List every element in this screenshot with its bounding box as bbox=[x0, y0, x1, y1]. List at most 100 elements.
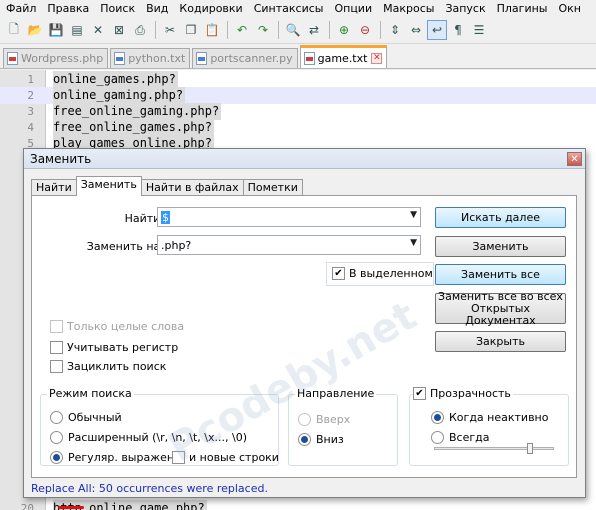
replace-all-open-docs-button[interactable]: Заменить все во всех Открытых Документах bbox=[435, 289, 566, 326]
replace-button[interactable]: Заменить bbox=[435, 236, 566, 257]
menu-settings[interactable]: Опции bbox=[328, 0, 377, 17]
toolbar: 🗋 📂 💾 ▤ ✕ ⊠ ⎙ ✂ ❐ 📋 ↶ ↷ 🔍 ⇄ ⊕ ⊖ ⇕ ⇔ ↩ ¶ … bbox=[0, 17, 596, 44]
transparency-always-radio[interactable]: Всегда bbox=[431, 431, 490, 444]
tab-python-txt[interactable]: python.txt bbox=[110, 48, 191, 68]
button-label-line1: Заменить все во всех bbox=[438, 289, 563, 303]
search-mode-regex-radio[interactable]: Регуляр. выражен. bbox=[50, 451, 178, 464]
tab-game-txt[interactable]: game.txt ✕ bbox=[299, 45, 388, 68]
whole-word-checkbox[interactable]: Только целые слова bbox=[50, 320, 184, 333]
search-mode-regex-label: Регуляр. выражен. bbox=[68, 451, 178, 464]
chevron-down-icon[interactable]: ▼ bbox=[410, 210, 417, 220]
replace-icon[interactable]: ⇄ bbox=[304, 20, 324, 40]
new-file-icon[interactable]: 🗋 bbox=[4, 20, 24, 40]
menu-edit[interactable]: Правка bbox=[41, 0, 94, 17]
save-icon[interactable]: 💾 bbox=[46, 20, 66, 40]
redo-icon[interactable]: ↷ bbox=[253, 20, 273, 40]
dialog-title-bar[interactable]: Заменить bbox=[24, 149, 585, 169]
find-next-button[interactable]: Искать далее bbox=[435, 207, 566, 228]
close-tab-icon[interactable]: ✕ bbox=[371, 52, 383, 64]
red-underline-annotation bbox=[58, 506, 84, 509]
toolbar-separator bbox=[329, 21, 330, 39]
transparency-slider-thumb[interactable] bbox=[527, 443, 533, 454]
line-number: 20 bbox=[20, 502, 34, 510]
open-file-icon[interactable]: 📂 bbox=[25, 20, 45, 40]
menu-macro[interactable]: Макросы bbox=[377, 0, 439, 17]
chevron-down-icon[interactable]: ▼ bbox=[410, 238, 417, 248]
show-all-chars-icon[interactable]: ¶ bbox=[448, 20, 468, 40]
checkbox-box[interactable]: ✔ bbox=[332, 267, 345, 280]
close-icon[interactable]: ✕ bbox=[88, 20, 108, 40]
transparency-inactive-radio[interactable]: Когда неактивно bbox=[431, 411, 548, 424]
checkbox-box[interactable] bbox=[50, 360, 63, 373]
zoom-out-icon[interactable]: ⊖ bbox=[355, 20, 375, 40]
menu-encoding[interactable]: Кодировки bbox=[173, 0, 247, 17]
whole-word-label: Только целые слова bbox=[67, 320, 185, 333]
menu-language[interactable]: Синтаксисы bbox=[248, 0, 329, 17]
copy-icon[interactable]: ❐ bbox=[181, 20, 201, 40]
menu-search[interactable]: Поиск bbox=[94, 0, 140, 17]
radio-circle[interactable] bbox=[298, 433, 311, 446]
menu-run[interactable]: Запуск bbox=[439, 0, 490, 17]
checkbox-box[interactable] bbox=[50, 341, 63, 354]
sync-vertical-icon[interactable]: ⇕ bbox=[385, 20, 405, 40]
tab-mark[interactable]: Пометки bbox=[242, 179, 303, 196]
menu-plugins[interactable]: Плагины bbox=[491, 0, 553, 17]
dialog-title: Заменить bbox=[30, 151, 92, 166]
print-icon[interactable]: ⎙ bbox=[130, 20, 150, 40]
radio-circle[interactable] bbox=[50, 431, 63, 444]
dialog-close-icon[interactable]: ✕ bbox=[567, 152, 582, 166]
cut-icon[interactable]: ✂ bbox=[160, 20, 180, 40]
radio-circle[interactable] bbox=[431, 411, 444, 424]
checkbox-box[interactable]: ✔ bbox=[413, 387, 426, 400]
radio-dot bbox=[434, 414, 441, 421]
checkbox-box[interactable] bbox=[50, 320, 63, 333]
direction-up-label: Вверх bbox=[316, 413, 351, 426]
tab-find[interactable]: Найти bbox=[31, 179, 77, 196]
radio-circle[interactable] bbox=[50, 451, 63, 464]
tab-wordpress-php[interactable]: Wordpress.php bbox=[3, 48, 109, 68]
direction-up-radio[interactable]: Вверх bbox=[298, 413, 350, 426]
word-wrap-icon[interactable]: ↩ bbox=[427, 20, 447, 40]
replace-with-combobox[interactable]: .php? ▼ bbox=[157, 235, 421, 255]
paste-icon[interactable]: 📋 bbox=[202, 20, 222, 40]
radio-circle[interactable] bbox=[298, 413, 311, 426]
replace-all-button[interactable]: Заменить все bbox=[435, 264, 566, 285]
radio-circle[interactable] bbox=[50, 411, 63, 424]
dot-matches-newline-checkbox[interactable]: и новые строки bbox=[172, 451, 279, 464]
code-line: 4 free_online_games.php? bbox=[0, 119, 596, 136]
radio-circle[interactable] bbox=[431, 431, 444, 444]
indent-guide-icon[interactable]: ☰ bbox=[469, 20, 489, 40]
file-icon bbox=[7, 52, 18, 65]
find-icon[interactable]: 🔍 bbox=[283, 20, 303, 40]
in-selection-checkbox[interactable]: ✔ В выделенном bbox=[332, 267, 433, 280]
menu-file[interactable]: Файл bbox=[0, 0, 41, 17]
transparency-slider[interactable] bbox=[434, 447, 554, 450]
replace-with-value: .php? bbox=[161, 238, 192, 252]
menu-window[interactable]: Окн bbox=[552, 0, 586, 17]
line-number: 4 bbox=[27, 121, 34, 134]
tab-replace[interactable]: Заменить bbox=[75, 176, 142, 196]
tab-label: python.txt bbox=[128, 52, 186, 65]
close-all-icon[interactable]: ⊠ bbox=[109, 20, 129, 40]
close-button[interactable]: Закрыть bbox=[435, 331, 566, 352]
search-mode-extended-radio[interactable]: Расширенный (\r, \n, \t, \x..., \0) bbox=[50, 431, 247, 444]
checkbox-box[interactable] bbox=[172, 451, 185, 464]
zoom-in-icon[interactable]: ⊕ bbox=[334, 20, 354, 40]
search-mode-normal-radio[interactable]: Обычный bbox=[50, 411, 122, 424]
undo-icon[interactable]: ↶ bbox=[232, 20, 252, 40]
transparency-checkbox[interactable]: ✔ Прозрачность bbox=[413, 387, 513, 400]
tab-portscanner-py[interactable]: portscanner.py bbox=[192, 48, 298, 68]
code-line: 1 online_games.php? bbox=[0, 71, 596, 88]
tab-find-in-files[interactable]: Найти в файлах bbox=[140, 179, 244, 196]
save-all-icon[interactable]: ▤ bbox=[67, 20, 87, 40]
search-mode-title: Режим поиска bbox=[47, 387, 134, 400]
menu-view[interactable]: Вид bbox=[140, 0, 173, 17]
find-what-combobox[interactable]: $ ▼ bbox=[157, 207, 421, 227]
find-what-value: $ bbox=[161, 210, 170, 224]
wrap-around-checkbox[interactable]: Зациклить поиск bbox=[50, 360, 166, 373]
sync-horizontal-icon[interactable]: ⇔ bbox=[406, 20, 426, 40]
match-case-checkbox[interactable]: Учитывать регистр bbox=[50, 341, 178, 354]
line-text: online_gaming.php? bbox=[53, 87, 186, 104]
line-text: free_online_games.php? bbox=[53, 119, 214, 136]
direction-down-radio[interactable]: Вниз bbox=[298, 433, 344, 446]
